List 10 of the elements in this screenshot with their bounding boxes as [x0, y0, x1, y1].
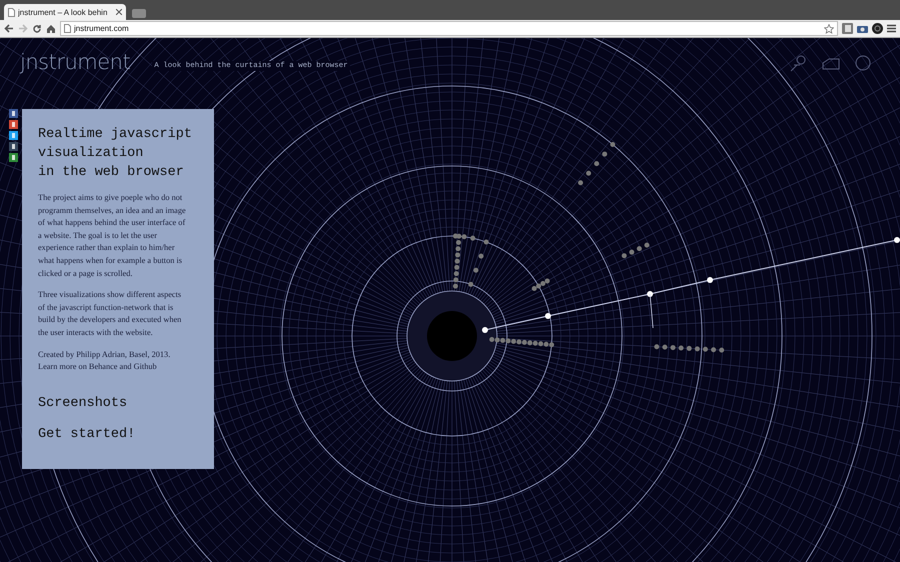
site-logo[interactable]: jnstrument [20, 50, 130, 74]
nav-link[interactable]: Get started! [38, 426, 136, 442]
browser-tab[interactable]: jnstrument – A look behin [4, 4, 126, 20]
description-paragraph: The project aims to give poeple who do not programm themselves, an idea and an image of what happens behind the user interface of a website. The goal is to let the user experience rather than explain to him/her what happens when for example a button is clicked or a page is scrolled. [38, 192, 187, 280]
description-paragraph: Three visualizations show different aspects of the javascript function-network that is build by the developers and executed when the user interacts with the website. [38, 289, 182, 339]
address-bar[interactable]: jnstrument.com [60, 21, 838, 36]
credits-text: Created by Philipp Adrian, Basel, 2013. [38, 348, 172, 361]
nav-link[interactable]: Screenshots [38, 396, 128, 411]
url-text: jnstrument.com [74, 24, 129, 33]
credits-text: Learn more on Behance and Github [38, 361, 158, 374]
